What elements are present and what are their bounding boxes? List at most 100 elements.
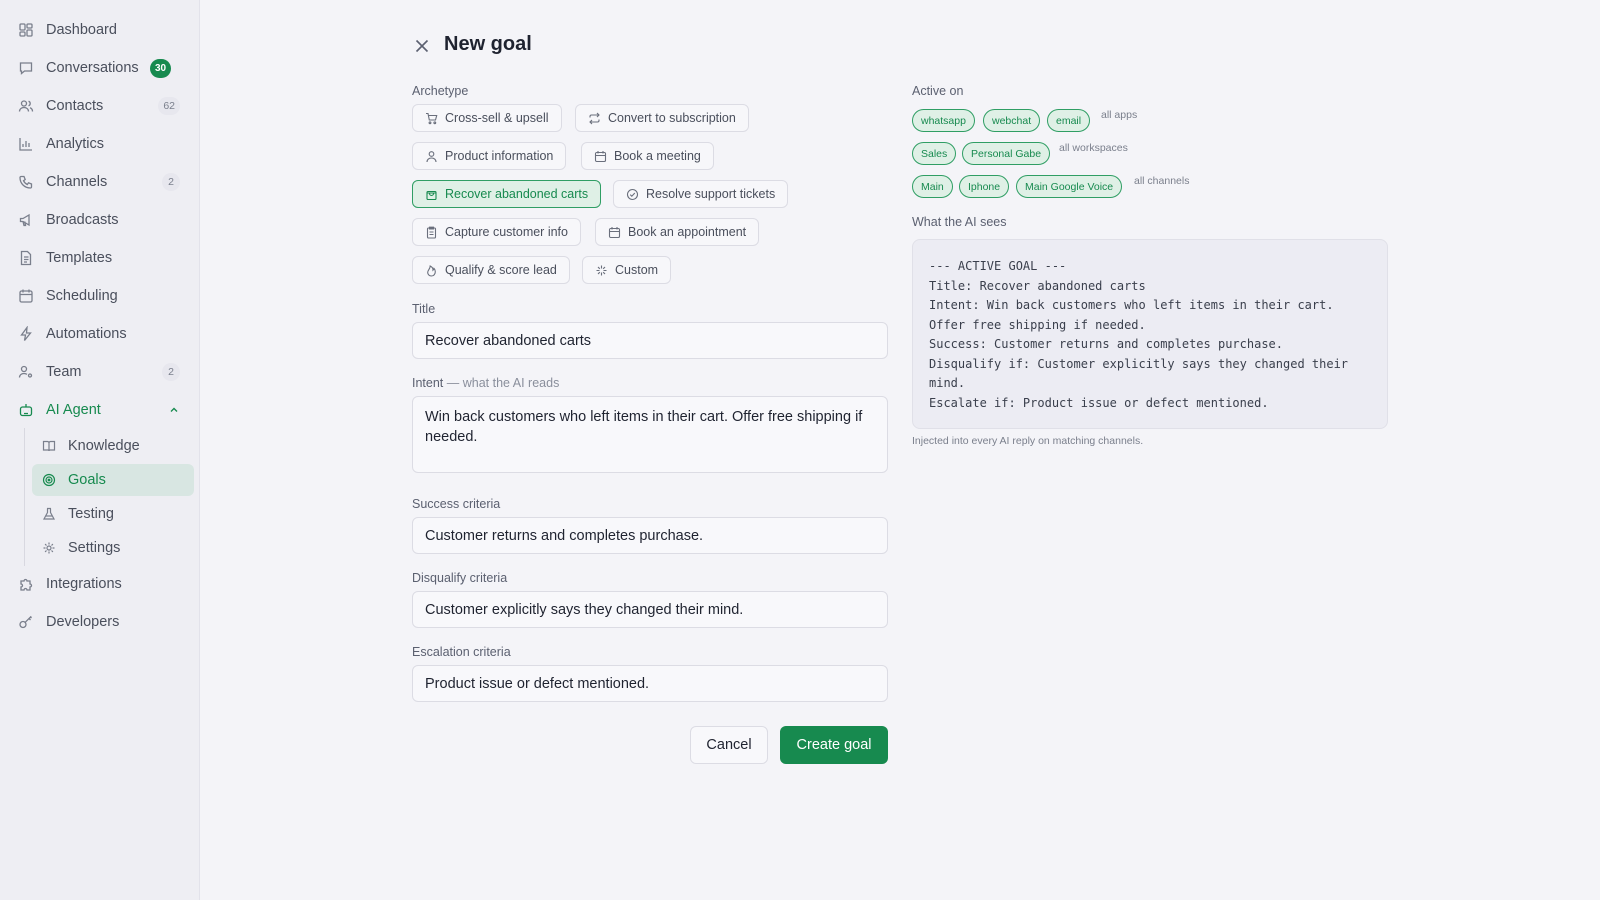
archetype-book-appointment[interactable]: Book an appointment xyxy=(595,218,760,246)
sidebar-subitem-settings[interactable]: Settings xyxy=(32,532,194,564)
ai-preview-box: --- ACTIVE GOAL --- Title: Recover aband… xyxy=(912,239,1388,429)
preview-note: Injected into every AI reply on matching… xyxy=(912,435,1144,447)
dashboard-icon xyxy=(18,22,34,38)
chip-label: Custom xyxy=(615,263,659,277)
sidebar-subitem-goals[interactable]: Goals xyxy=(32,464,194,496)
preview-label: What the AI sees xyxy=(912,215,1007,229)
archetype-custom[interactable]: Custom xyxy=(582,256,672,284)
intent-textarea[interactable]: Win back customers who left items in the… xyxy=(412,396,888,473)
archetype-cross-sell[interactable]: Cross-sell & upsell xyxy=(412,104,562,132)
escalation-input[interactable]: Product issue or defect mentioned. xyxy=(412,665,888,702)
sidebar-item-templates[interactable]: Templates xyxy=(0,242,200,274)
clipboard-icon xyxy=(425,226,438,239)
sidebar-item-label: Contacts xyxy=(46,98,104,114)
all-workspaces-note: all workspaces xyxy=(1059,142,1128,154)
sidebar-item-broadcasts[interactable]: Broadcasts xyxy=(0,204,200,236)
app-pill-webchat[interactable]: webchat xyxy=(983,109,1041,132)
title-value: Recover abandoned carts xyxy=(425,332,592,349)
all-apps-note: all apps xyxy=(1101,109,1138,121)
workspace-pill-personal-gabe[interactable]: Personal Gabe xyxy=(962,142,1051,165)
workspace-pill-sales[interactable]: Sales xyxy=(912,142,957,165)
archetype-convert-subscription[interactable]: Convert to subscription xyxy=(575,104,749,132)
sidebar-item-label: Automations xyxy=(46,326,127,342)
chip-label: Capture customer info xyxy=(445,225,568,239)
archetype-support-tickets[interactable]: Resolve support tickets xyxy=(613,180,789,208)
success-label: Success criteria xyxy=(412,497,501,511)
archetype-capture-info[interactable]: Capture customer info xyxy=(412,218,581,246)
sidebar-item-label: Settings xyxy=(68,540,121,556)
chip-label: Product information xyxy=(445,149,554,163)
title-label: Title xyxy=(412,302,436,316)
sidebar-item-label: Team xyxy=(46,364,82,380)
sidebar-item-label: Channels xyxy=(46,174,108,190)
app-pill-email[interactable]: email xyxy=(1047,109,1091,132)
unread-badge: 30 xyxy=(150,58,172,78)
flask-icon xyxy=(42,507,56,521)
intent-value: Win back customers who left items in the… xyxy=(425,409,863,445)
count-badge: 2 xyxy=(162,173,180,191)
close-icon[interactable] xyxy=(412,36,432,56)
sidebar-item-dashboard[interactable]: Dashboard xyxy=(0,14,200,46)
sidebar-item-label: Broadcasts xyxy=(46,212,119,228)
active-on-label: Active on xyxy=(912,84,964,98)
phone-icon xyxy=(18,174,34,190)
success-value: Customer returns and completes purchase. xyxy=(425,527,704,544)
channel-pill-main-google-voice[interactable]: Main Google Voice xyxy=(1016,175,1123,198)
subtree-line xyxy=(24,428,25,566)
sidebar-item-channels[interactable]: Channels 2 xyxy=(0,166,200,198)
sidebar-item-integrations[interactable]: Integrations xyxy=(0,568,200,600)
sidebar-subitem-testing[interactable]: Testing xyxy=(32,498,194,530)
success-input[interactable]: Customer returns and completes purchase. xyxy=(412,517,888,554)
sidebar-item-label: Scheduling xyxy=(46,288,118,304)
robot-icon xyxy=(18,402,34,418)
sidebar-item-automations[interactable]: Automations xyxy=(0,318,200,350)
title-input[interactable]: Recover abandoned carts xyxy=(412,322,888,359)
sidebar-item-label: Dashboard xyxy=(46,22,117,38)
disqualify-input[interactable]: Customer explicitly says they changed th… xyxy=(412,591,888,628)
sidebar: Dashboard Conversations 30 Contacts 62 A… xyxy=(0,0,200,900)
intent-label-text: Intent xyxy=(412,376,444,390)
sidebar-item-label: Templates xyxy=(46,250,113,266)
chip-label: Convert to subscription xyxy=(608,111,736,125)
app-pill-whatsapp[interactable]: whatsapp xyxy=(912,109,975,132)
chip-label: Recover abandoned carts xyxy=(445,187,589,201)
sidebar-item-label: Integrations xyxy=(46,576,122,592)
create-goal-button[interactable]: Create goal xyxy=(780,726,888,764)
flame-icon xyxy=(425,264,438,277)
sidebar-item-team[interactable]: Team 2 xyxy=(0,356,200,388)
puzzle-icon xyxy=(18,576,34,592)
sidebar-item-contacts[interactable]: Contacts 62 xyxy=(0,90,200,122)
sidebar-item-label: Analytics xyxy=(46,136,105,152)
chip-label: Qualify & score lead xyxy=(445,263,557,277)
bar-chart-icon xyxy=(18,136,34,152)
sidebar-item-conversations[interactable]: Conversations 30 xyxy=(0,52,200,84)
book-icon xyxy=(42,439,56,453)
sidebar-item-ai-agent[interactable]: AI Agent xyxy=(0,394,200,426)
contacts-icon xyxy=(18,98,34,114)
cart-icon xyxy=(425,112,438,125)
channel-pill-main[interactable]: Main xyxy=(912,175,953,198)
calendar-icon xyxy=(18,288,34,304)
sidebar-item-developers[interactable]: Developers xyxy=(0,606,200,638)
document-icon xyxy=(18,250,34,266)
chevron-up-icon[interactable] xyxy=(168,404,180,416)
sidebar-item-label: AI Agent xyxy=(46,402,101,418)
sidebar-item-label: Goals xyxy=(68,472,106,488)
escalation-label: Escalation criteria xyxy=(412,645,511,659)
sparkle-icon xyxy=(595,264,608,277)
archetype-recover-carts[interactable]: Recover abandoned carts xyxy=(412,180,602,208)
team-icon xyxy=(18,364,34,380)
sidebar-subitem-knowledge[interactable]: Knowledge xyxy=(32,430,194,462)
archetype-qualify-lead[interactable]: Qualify & score lead xyxy=(412,256,570,284)
archetype-label: Archetype xyxy=(412,84,469,98)
chip-label: Cross-sell & upsell xyxy=(445,111,549,125)
sidebar-item-analytics[interactable]: Analytics xyxy=(0,128,200,160)
sidebar-item-scheduling[interactable]: Scheduling xyxy=(0,280,200,312)
archetype-book-meeting[interactable]: Book a meeting xyxy=(581,142,714,170)
lightning-icon xyxy=(18,326,34,342)
cancel-button[interactable]: Cancel xyxy=(690,726,768,764)
calendar-icon xyxy=(608,226,621,239)
archetype-product-information[interactable]: Product information xyxy=(412,142,567,170)
channel-pill-iphone[interactable]: Iphone xyxy=(959,175,1010,198)
page-title: New goal xyxy=(444,33,532,55)
